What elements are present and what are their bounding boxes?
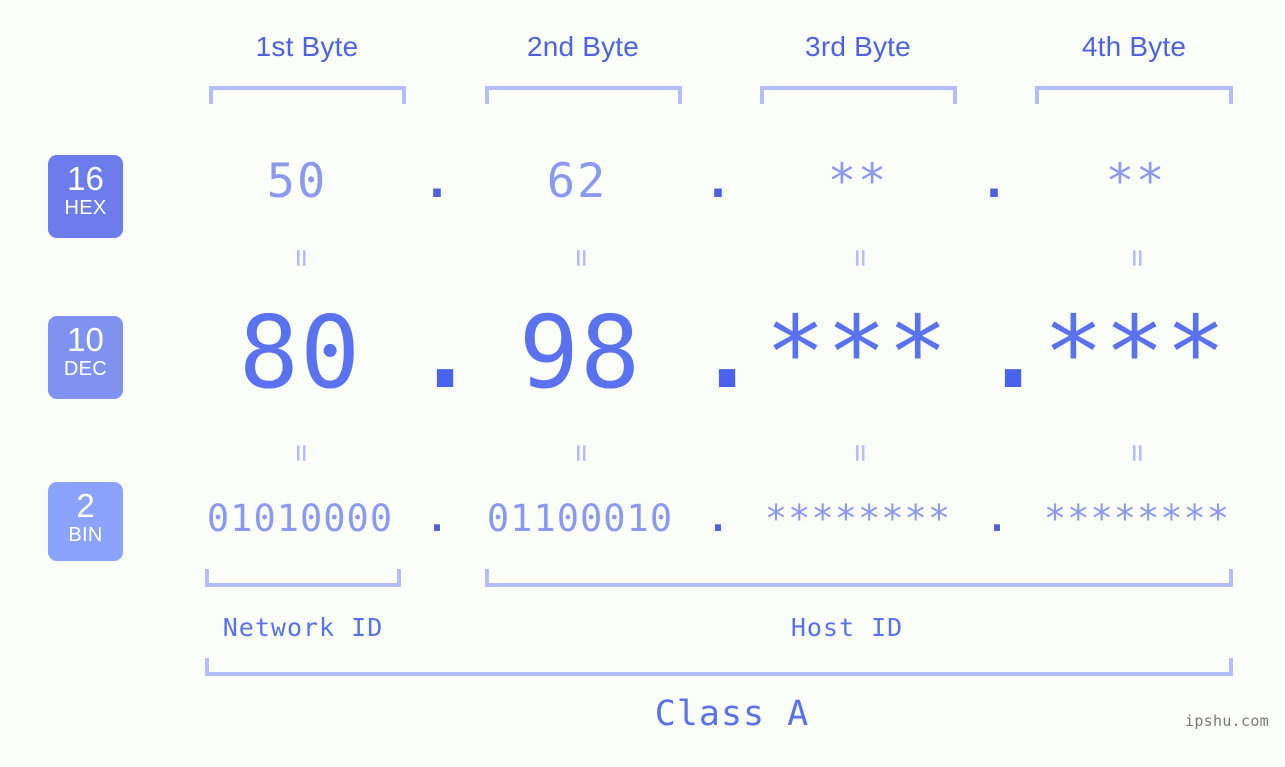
base-badge-bin: 2 BIN: [48, 482, 123, 561]
byte-header-label-2: 2nd Byte: [483, 31, 683, 63]
dec-byte-value-4: ***: [1035, 290, 1235, 415]
dec-byte-value-3: ***: [757, 290, 957, 415]
equals-sign-dec-bin-1: =: [286, 438, 316, 468]
base-badge-hex-name: HEX: [48, 197, 123, 219]
hex-separator-3: .: [979, 152, 1009, 212]
byte-bracket-1: [209, 86, 406, 104]
dec-byte-value-2: 98: [480, 290, 680, 415]
dec-byte-value-1: 80: [200, 290, 400, 415]
network-id-bracket: [205, 569, 401, 587]
watermark: ipshu.com: [1185, 712, 1269, 730]
class-label: Class A: [532, 694, 932, 734]
bin-separator-3: .: [982, 490, 1012, 548]
base-badge-dec-name: DEC: [48, 358, 123, 380]
byte-header-label-4: 4th Byte: [1034, 31, 1234, 63]
network-id-label: Network ID: [203, 613, 403, 642]
bin-byte-value-3: ********: [743, 490, 973, 548]
equals-sign-hex-dec-1: =: [286, 243, 316, 273]
equals-sign-hex-dec-3: =: [845, 243, 875, 273]
dec-separator-2: .: [697, 290, 733, 415]
host-id-label: Host ID: [747, 613, 947, 642]
bin-byte-value-2: 01100010: [465, 490, 695, 548]
bin-byte-value-4: ********: [1022, 490, 1252, 548]
dec-separator-1: .: [415, 290, 451, 415]
base-badge-hex-number: 16: [48, 161, 123, 197]
byte-bracket-3: [760, 86, 957, 104]
base-badge-bin-name: BIN: [48, 524, 123, 546]
byte-bracket-2: [485, 86, 682, 104]
hex-byte-value-4: **: [1036, 152, 1236, 212]
base-badge-bin-number: 2: [48, 488, 123, 524]
equals-sign-hex-dec-4: =: [1122, 243, 1152, 273]
bin-byte-value-1: 01010000: [185, 490, 415, 548]
bin-separator-2: .: [703, 490, 733, 548]
ip-address-breakdown-diagram: 1st Byte 2nd Byte 3rd Byte 4th Byte 16 H…: [0, 0, 1285, 767]
class-bracket: [205, 658, 1233, 676]
base-badge-dec-number: 10: [48, 322, 123, 358]
hex-byte-value-1: 50: [197, 152, 397, 212]
hex-separator-2: .: [703, 152, 733, 212]
byte-header-label-3: 3rd Byte: [758, 31, 958, 63]
equals-sign-dec-bin-4: =: [1122, 438, 1152, 468]
base-badge-dec: 10 DEC: [48, 316, 123, 399]
byte-bracket-4: [1035, 86, 1233, 104]
dec-separator-3: .: [983, 290, 1019, 415]
hex-byte-value-2: 62: [477, 152, 677, 212]
hex-separator-1: .: [422, 152, 452, 212]
equals-sign-dec-bin-3: =: [845, 438, 875, 468]
hex-byte-value-3: **: [758, 152, 958, 212]
equals-sign-dec-bin-2: =: [566, 438, 596, 468]
bin-separator-1: .: [422, 490, 452, 548]
base-badge-hex: 16 HEX: [48, 155, 123, 238]
host-id-bracket: [485, 569, 1233, 587]
byte-header-label-1: 1st Byte: [207, 31, 407, 63]
equals-sign-hex-dec-2: =: [566, 243, 596, 273]
